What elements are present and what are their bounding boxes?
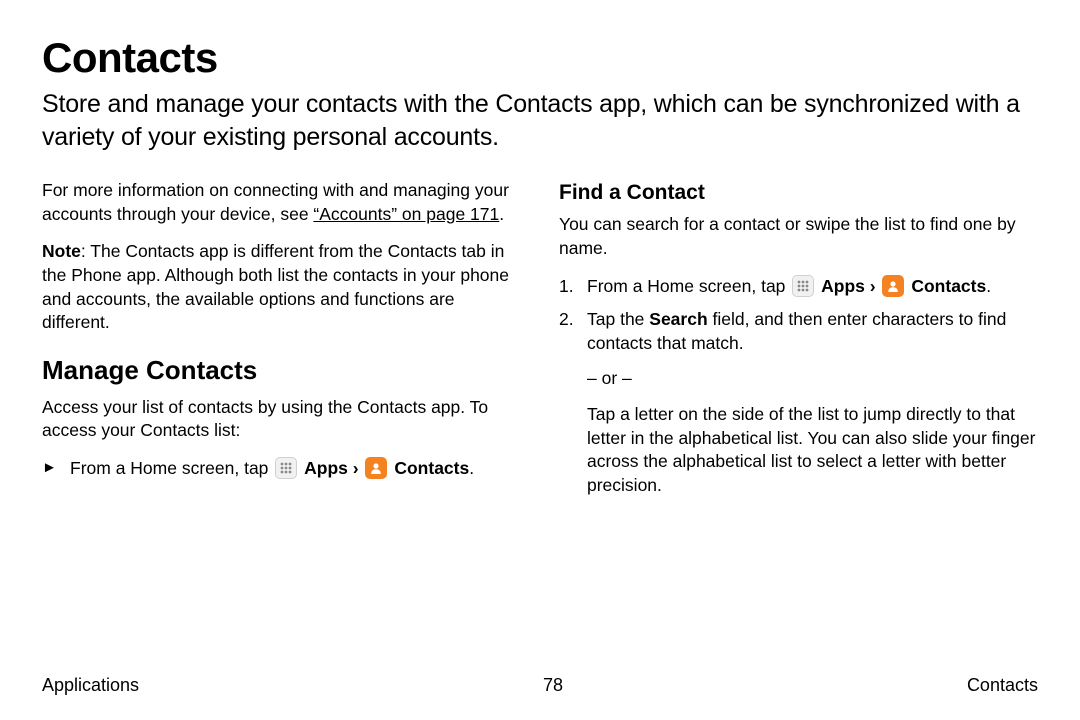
intro-text: Store and manage your contacts with the … [42,88,1038,153]
info-text-b: . [499,204,504,224]
find-para: You can search for a contact or swipe th… [559,213,1038,260]
apps-label: Apps [304,458,348,478]
step2-num: 2. [559,308,587,332]
page-title: Contacts [42,34,1038,82]
footer-page-number: 78 [543,675,563,696]
info-para: For more information on connecting with … [42,179,521,226]
find-step1-body: From a Home screen, tap Apps › Contacts. [587,275,1038,299]
find-contact-heading: Find a Contact [559,179,1038,207]
apps-icon [792,275,814,297]
step-text-a: From a Home screen, tap [70,458,273,478]
step-end: . [469,458,474,478]
content-columns: For more information on connecting with … [42,179,1038,508]
manage-para: Access your list of contacts by using th… [42,396,521,443]
step-arrow-marker: ► [42,458,70,478]
step2-text-a: Tap the [587,309,649,329]
contacts-label: Contacts [394,458,469,478]
sep-2: › [865,276,881,296]
manage-step-body: From a Home screen, tap Apps › Contacts. [70,457,521,481]
step1-end: . [986,276,991,296]
step1-text-a: From a Home screen, tap [587,276,790,296]
step2-main: Tap the Search field, and then enter cha… [587,308,1038,355]
footer-left: Applications [42,675,139,696]
note-para: Note: The Contacts app is different from… [42,240,521,335]
or-divider: – or – [587,367,1038,391]
step1-num: 1. [559,275,587,299]
find-step2-row: 2. Tap the Search field, and then enter … [559,308,1038,497]
contacts-icon [365,457,387,479]
apps-icon [275,457,297,479]
manage-contacts-heading: Manage Contacts [42,353,521,388]
accounts-link[interactable]: “Accounts” on page 171 [313,204,499,224]
find-step2-body: Tap the Search field, and then enter cha… [587,308,1038,497]
apps-label-2: Apps [821,276,865,296]
find-step1-row: 1. From a Home screen, tap Apps › [559,275,1038,299]
right-column: Find a Contact You can search for a cont… [559,179,1038,508]
sep-1: › [348,458,364,478]
note-body: : The Contacts app is different from the… [42,241,509,332]
manage-step-row: ► From a Home screen, tap Apps › [42,457,521,481]
search-bold: Search [649,309,707,329]
left-column: For more information on connecting with … [42,179,521,508]
page-footer: Applications 78 Contacts [42,675,1038,696]
step2-alt: Tap a letter on the side of the list to … [587,403,1038,498]
footer-right: Contacts [967,675,1038,696]
contacts-icon [882,275,904,297]
contacts-label-2: Contacts [911,276,986,296]
note-label: Note [42,241,81,261]
